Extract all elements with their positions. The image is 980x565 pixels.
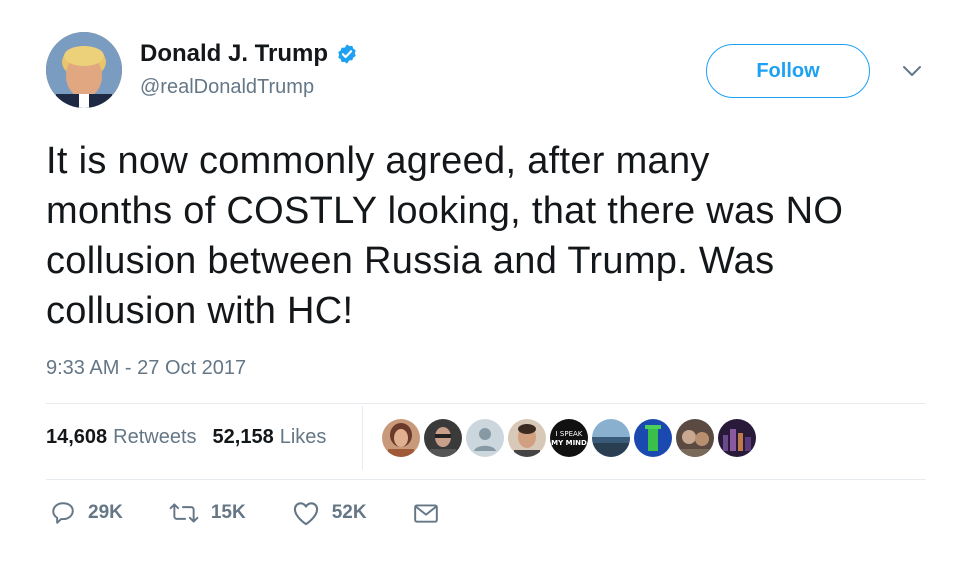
svg-text:MY MIND: MY MIND [551,439,587,447]
divider-bottom [46,479,926,480]
liker-avatar[interactable] [508,419,546,457]
divider-top [46,403,926,404]
like-icon [293,502,318,526]
liker-avatar[interactable] [592,419,630,457]
follow-button[interactable]: Follow [706,44,870,98]
likes-label[interactable]: Likes [280,426,327,449]
liker-avatar[interactable] [466,419,504,457]
verified-badge-icon [338,44,356,64]
author-name-row[interactable]: Donald J. Trump [140,40,358,68]
direct-message-icon [413,504,438,523]
reply-icon [52,502,74,524]
liker-avatar[interactable] [718,419,756,457]
like-count: 52K [331,502,367,523]
stats-divider [362,406,363,470]
likes-count[interactable]: 52,158 [213,426,274,449]
liker-avatars: I SPEAK MY MIND [382,419,756,457]
like-button[interactable]: 52K [292,500,367,526]
author-avatar[interactable] [46,32,122,108]
liker-avatar[interactable]: I SPEAK MY MIND [550,419,588,457]
retweets-label[interactable]: Retweets [113,426,196,449]
engagement-stats: 14,608 Retweets 52,158 Likes [46,426,326,449]
direct-message-button[interactable] [413,501,439,525]
tweet-actions: 29K 15K 52K [50,500,485,526]
retweet-button[interactable]: 15K [169,500,246,526]
tweet-text: It is now commonly agreed, after many mo… [46,140,844,332]
reply-button[interactable]: 29K [50,500,123,526]
liker-avatar[interactable] [424,419,462,457]
chevron-down-icon[interactable] [900,62,924,80]
author-name[interactable]: Donald J. Trump [140,40,328,68]
retweet-count: 15K [210,502,246,523]
liker-avatar[interactable] [382,419,420,457]
liker-avatar[interactable] [634,419,672,457]
retweets-count[interactable]: 14,608 [46,426,107,449]
reply-count: 29K [88,502,123,523]
author-handle[interactable]: @realDonaldTrump [140,76,314,99]
retweet-icon [169,503,199,523]
svg-text:I SPEAK: I SPEAK [556,430,583,438]
liker-avatar[interactable] [676,419,714,457]
tweet-timestamp[interactable]: 9:33 AM - 27 Oct 2017 [46,357,246,380]
